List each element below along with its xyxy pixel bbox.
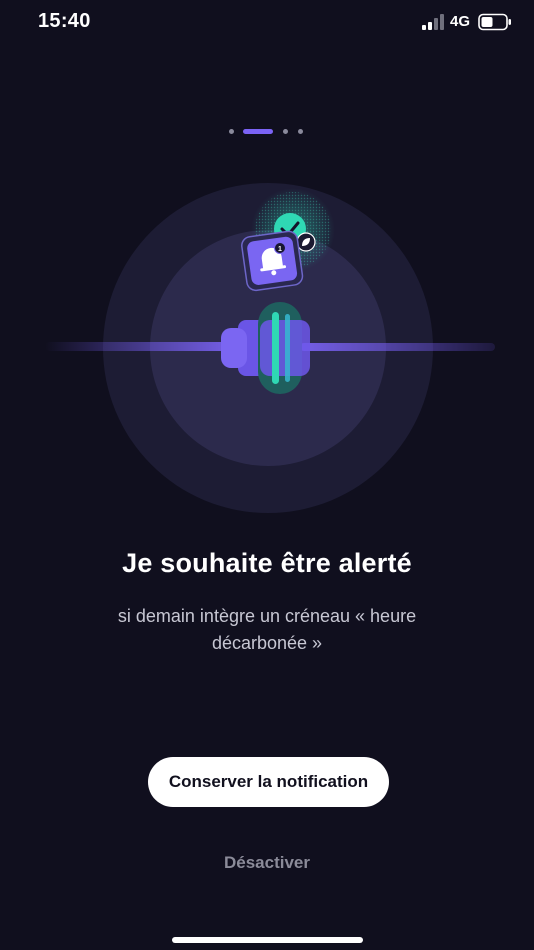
notification-badge: 1 — [274, 242, 286, 254]
page-dot[interactable] — [229, 129, 234, 134]
energy-beam-right — [300, 343, 495, 351]
onboarding-illustration: 1 — [45, 183, 495, 513]
page-dot[interactable] — [298, 129, 303, 134]
disable-button[interactable]: Désactiver — [167, 848, 367, 878]
svg-text:1: 1 — [278, 246, 282, 253]
page-subtitle: si demain intègre un créneau « heure déc… — [117, 606, 417, 653]
leaf-icon — [296, 232, 316, 252]
onboarding-screen: 15:40 4G 1 Je souhaite être alerté si de… — [0, 0, 534, 950]
page-indicator — [0, 128, 534, 136]
keep-notification-button[interactable]: Conserver la notification — [148, 757, 389, 807]
status-time: 15:40 — [38, 10, 91, 32]
energy-beam-left — [45, 342, 235, 351]
page-title: Je souhaite être alerté — [122, 548, 412, 578]
bell-icon — [241, 230, 304, 292]
home-indicator[interactable] — [172, 937, 363, 943]
page-dot[interactable] — [283, 129, 288, 134]
page-dot-active[interactable] — [243, 129, 273, 134]
network-type-label: 4G — [450, 13, 471, 30]
battery-icon — [478, 13, 511, 31]
status-bar: 15:40 4G — [0, 0, 534, 44]
cellular-signal-icon — [422, 14, 444, 30]
